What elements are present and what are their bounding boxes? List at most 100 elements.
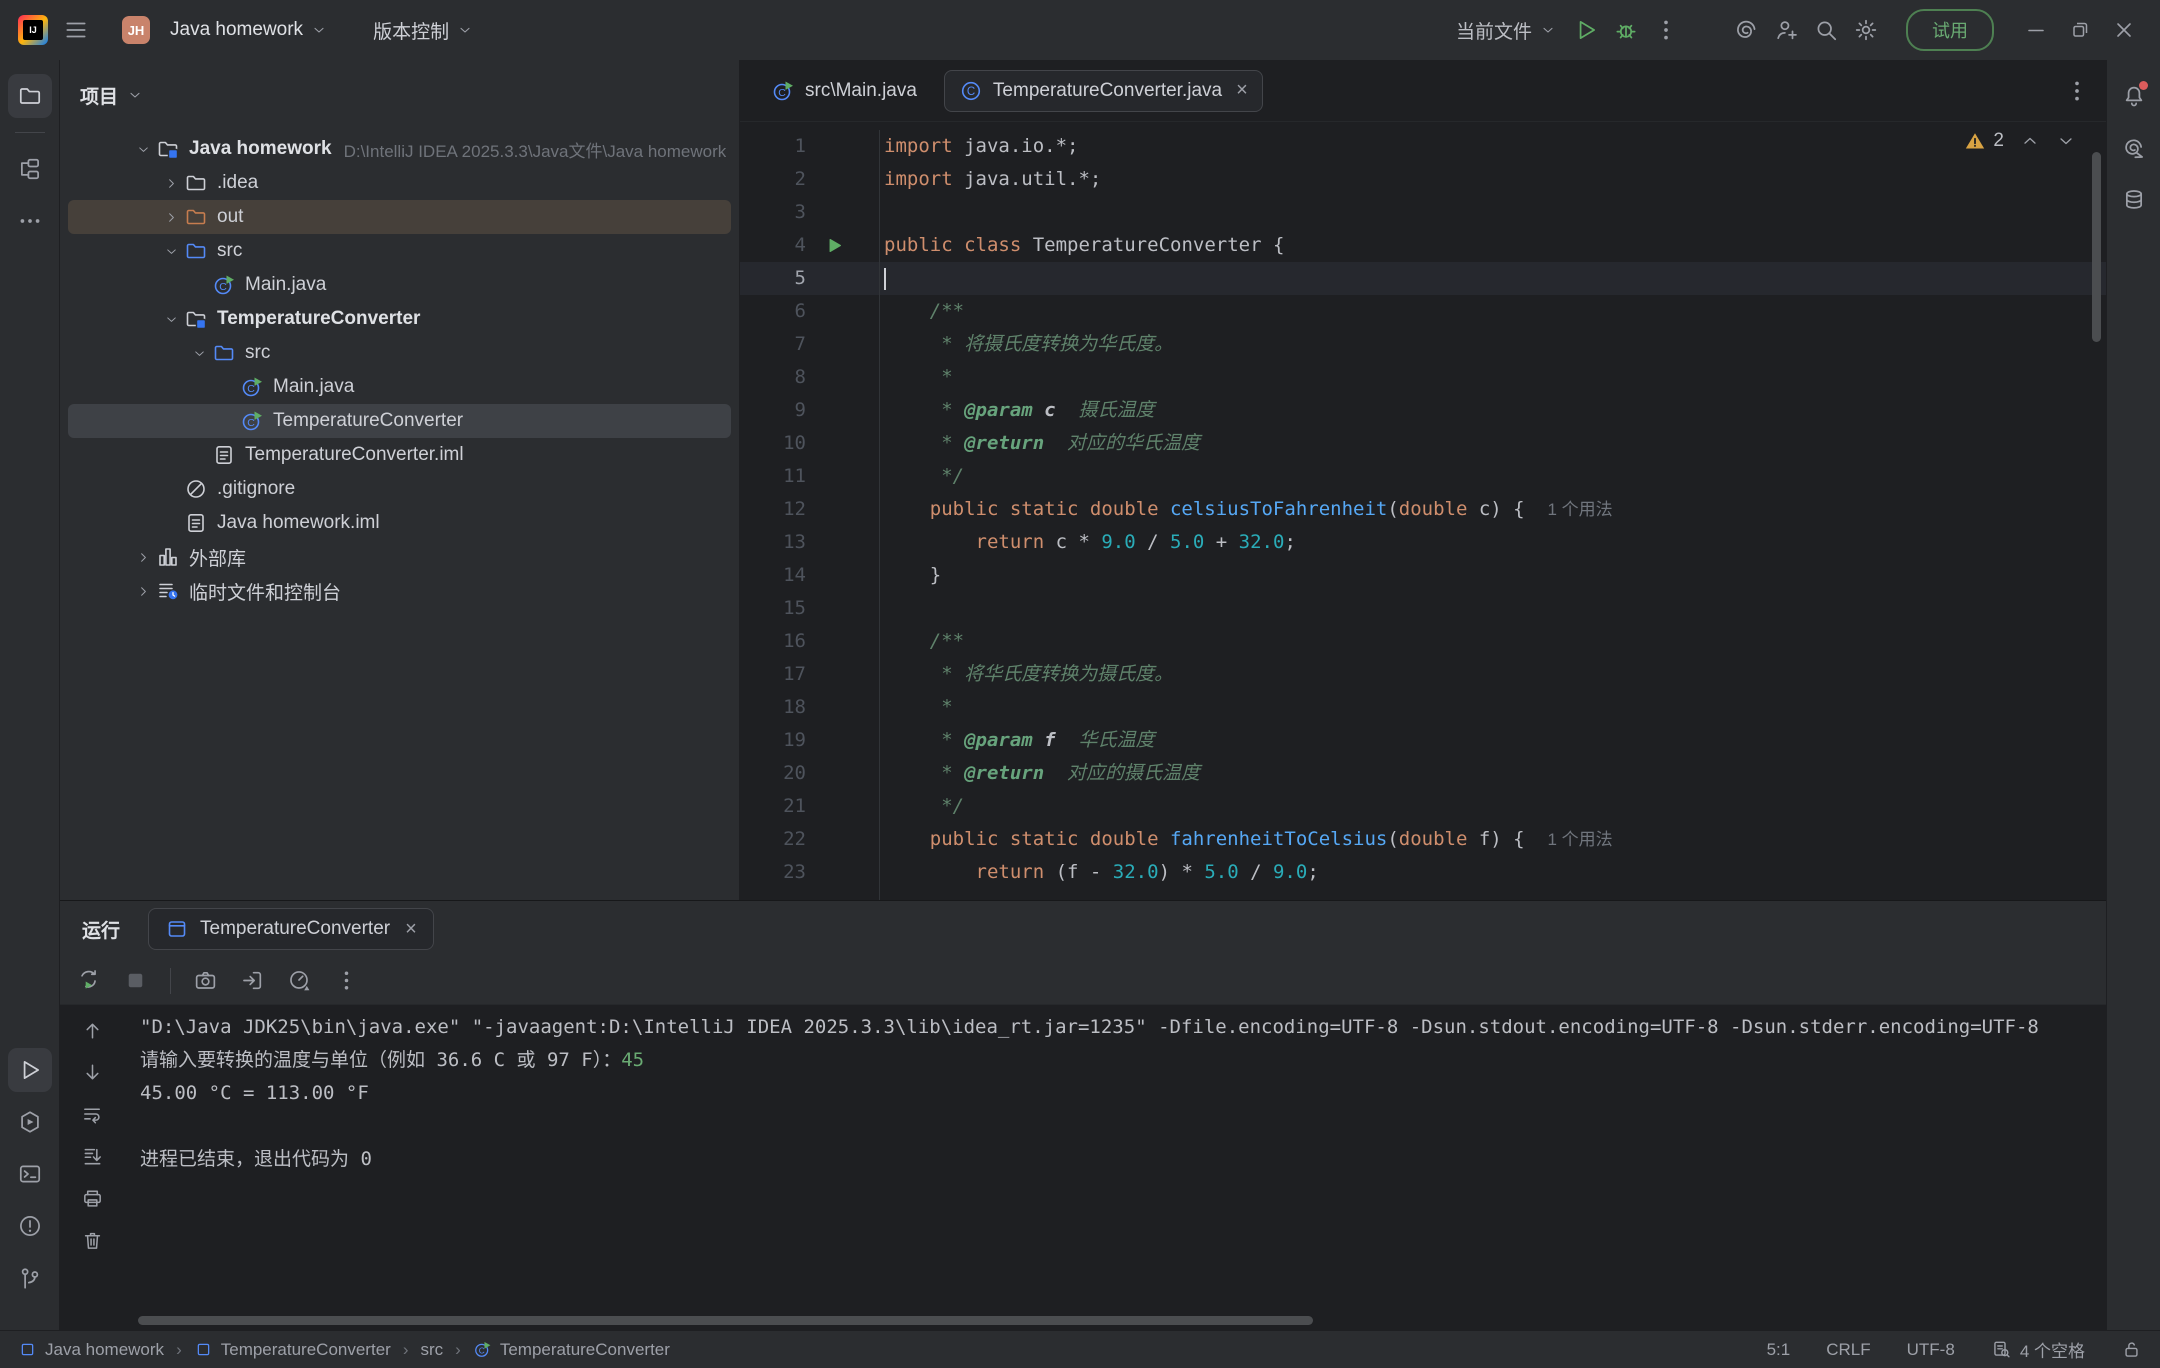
breadcrumb-item[interactable]: TemperatureConverter <box>194 1340 391 1360</box>
vcs-widget[interactable]: 版本控制 <box>363 11 483 50</box>
code-area[interactable]: 2 1234567891011121314151617181920212223 … <box>740 122 2106 900</box>
tree-row[interactable]: .idea <box>68 166 731 200</box>
problems-tool-button[interactable] <box>8 1204 52 1248</box>
tree-row[interactable]: 临时文件和控制台 <box>68 574 731 608</box>
console-output[interactable]: "D:\Java JDK25\bin\java.exe" "-javaagent… <box>124 1005 2106 1312</box>
code-line[interactable]: * @return 对应的华氏温度 <box>880 427 2106 460</box>
chevron-right-icon[interactable] <box>130 584 156 599</box>
code-line[interactable]: */ <box>880 460 2106 493</box>
tree-row[interactable]: out <box>68 200 731 234</box>
commit-tool-button[interactable] <box>8 147 52 191</box>
tree-row[interactable]: Java homework.iml <box>68 506 731 540</box>
code-line[interactable]: */ <box>880 790 2106 823</box>
breadcrumb-item[interactable]: Java homework <box>18 1340 164 1360</box>
code-line[interactable]: /** <box>880 625 2106 658</box>
thread-dump-button[interactable] <box>193 968 218 993</box>
database-tool-button[interactable] <box>2112 178 2156 222</box>
code-line[interactable]: * @param c 摄氏温度 <box>880 394 2106 427</box>
tree-row[interactable]: src <box>68 336 731 370</box>
terminal-tool-button[interactable] <box>8 1152 52 1196</box>
code-line[interactable]: return (f - 32.0) * 5.0 / 9.0; <box>880 856 2106 889</box>
chevron-right-icon[interactable] <box>158 210 184 225</box>
rerun-button[interactable] <box>76 968 101 993</box>
code-line[interactable] <box>880 592 2106 625</box>
line-separator-widget[interactable]: CRLF <box>1826 1340 1870 1360</box>
code-line[interactable]: * 将摄氏度转换为华氏度。 <box>880 328 2106 361</box>
git-tool-button[interactable] <box>8 1256 52 1300</box>
more-run-actions-button[interactable] <box>1646 10 1686 50</box>
profiler-button[interactable] <box>287 968 312 993</box>
code-line[interactable]: return c * 9.0 / 5.0 + 32.0; <box>880 526 2106 559</box>
search-everywhere-button[interactable] <box>1806 10 1846 50</box>
code-line[interactable]: import java.util.*; <box>880 163 2106 196</box>
trial-badge[interactable]: 试用 <box>1906 9 1994 51</box>
code-line[interactable] <box>880 262 2106 295</box>
code-line[interactable]: } <box>880 559 2106 592</box>
next-warning-icon[interactable] <box>2056 131 2076 151</box>
chevron-down-icon[interactable] <box>186 346 212 361</box>
code-line[interactable]: /** <box>880 295 2106 328</box>
tree-row[interactable]: src <box>68 234 731 268</box>
tree-row[interactable]: Java homeworkD:\IntelliJ IDEA 2025.3.3\J… <box>68 132 731 166</box>
tree-row[interactable]: 外部库 <box>68 540 731 574</box>
tab-main-java[interactable]: C src\Main.java <box>756 70 932 112</box>
editor-options-kebab-icon[interactable] <box>2064 78 2090 104</box>
code-line[interactable]: public static double celsiusToFahrenheit… <box>880 493 2106 526</box>
ai-assistant-button[interactable] <box>1726 10 1766 50</box>
attach-debugger-button[interactable] <box>240 968 265 993</box>
chevron-right-icon[interactable] <box>130 550 156 565</box>
chevron-down-icon[interactable] <box>158 312 184 327</box>
run-button[interactable] <box>1566 10 1606 50</box>
project-tool-button[interactable] <box>8 74 52 118</box>
tree-row[interactable]: CMain.java <box>68 268 731 302</box>
run-tab-close-icon[interactable]: × <box>405 918 417 941</box>
tree-row[interactable]: TemperatureConverter.iml <box>68 438 731 472</box>
code-line[interactable]: * 将华氏度转换为摄氏度。 <box>880 658 2106 691</box>
run-configuration-selector[interactable]: 当前文件 <box>1446 11 1566 50</box>
breadcrumb-item[interactable]: CTemperatureConverter <box>473 1340 670 1360</box>
ai-chat-tool-button[interactable] <box>2112 126 2156 170</box>
tree-row[interactable]: CMain.java <box>68 370 731 404</box>
notifications-button[interactable] <box>2112 74 2156 118</box>
code-line[interactable]: * @param f 华氏温度 <box>880 724 2106 757</box>
breadcrumb-item[interactable]: src <box>420 1340 443 1360</box>
services-tool-button[interactable] <box>8 1100 52 1144</box>
code-line[interactable] <box>880 196 2106 229</box>
debug-button[interactable] <box>1606 10 1646 50</box>
minimize-button[interactable] <box>2014 8 2058 52</box>
tab-temperatureconverter-java[interactable]: C TemperatureConverter.java × <box>944 70 1263 112</box>
main-menu-button[interactable] <box>56 10 96 50</box>
prev-warning-icon[interactable] <box>2020 131 2040 151</box>
gutter-run-icon[interactable] <box>806 236 862 255</box>
clear-console-button[interactable] <box>81 1229 104 1252</box>
close-button[interactable] <box>2102 8 2146 52</box>
code-line[interactable]: import java.io.*; <box>880 130 2106 163</box>
code-line[interactable]: public static double fahrenheitToCelsius… <box>880 823 2106 856</box>
tab-close-icon[interactable]: × <box>1236 79 1248 102</box>
encoding-widget[interactable]: UTF-8 <box>1907 1340 1955 1360</box>
console-more-button[interactable] <box>334 968 359 993</box>
console-hscrollbar[interactable] <box>60 1312 2106 1330</box>
readonly-widget[interactable] <box>2121 1339 2142 1360</box>
restore-button[interactable] <box>2058 8 2102 52</box>
project-switcher[interactable]: Java homework <box>160 13 337 47</box>
prev-occurrence-button[interactable] <box>81 1019 104 1042</box>
run-tool-button[interactable] <box>8 1048 52 1092</box>
tree-row[interactable]: TemperatureConverter <box>68 302 731 336</box>
chevron-right-icon[interactable] <box>158 176 184 191</box>
code-line[interactable]: * <box>880 361 2106 394</box>
caret-position-widget[interactable]: 5:1 <box>1767 1340 1791 1360</box>
chevron-down-icon[interactable] <box>130 142 156 157</box>
stop-button[interactable] <box>123 968 148 993</box>
print-button[interactable] <box>81 1187 104 1210</box>
code-line[interactable]: * @return 对应的摄氏温度 <box>880 757 2106 790</box>
settings-button[interactable] <box>1846 10 1886 50</box>
code-line[interactable]: * <box>880 691 2106 724</box>
code-with-me-button[interactable] <box>1766 10 1806 50</box>
editor-scrollbar[interactable] <box>2091 138 2103 890</box>
more-tools-button[interactable] <box>8 199 52 243</box>
chevron-down-icon[interactable] <box>158 244 184 259</box>
tree-row[interactable]: .gitignore <box>68 472 731 506</box>
project-panel-header[interactable]: 项目 <box>60 74 739 116</box>
indent-widget[interactable]: 4 个空格 <box>1991 1337 2085 1362</box>
